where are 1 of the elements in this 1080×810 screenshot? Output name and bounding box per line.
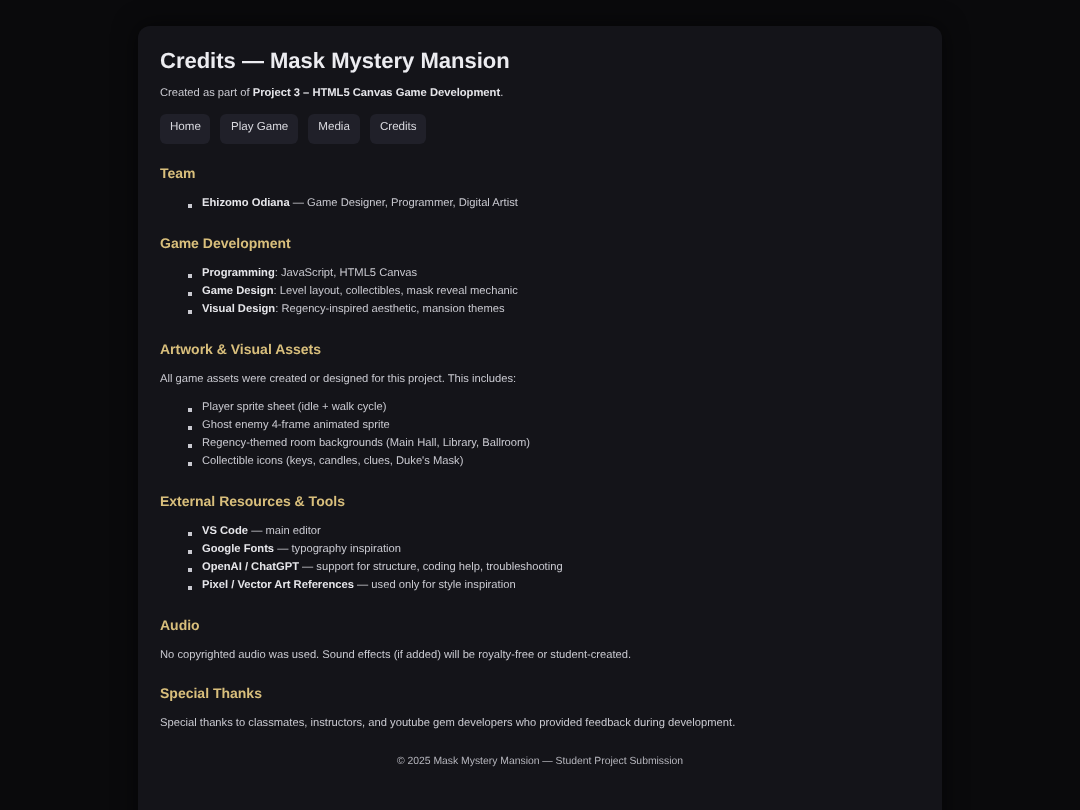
page-title: Credits — Mask Mystery Mansion — [160, 48, 512, 76]
